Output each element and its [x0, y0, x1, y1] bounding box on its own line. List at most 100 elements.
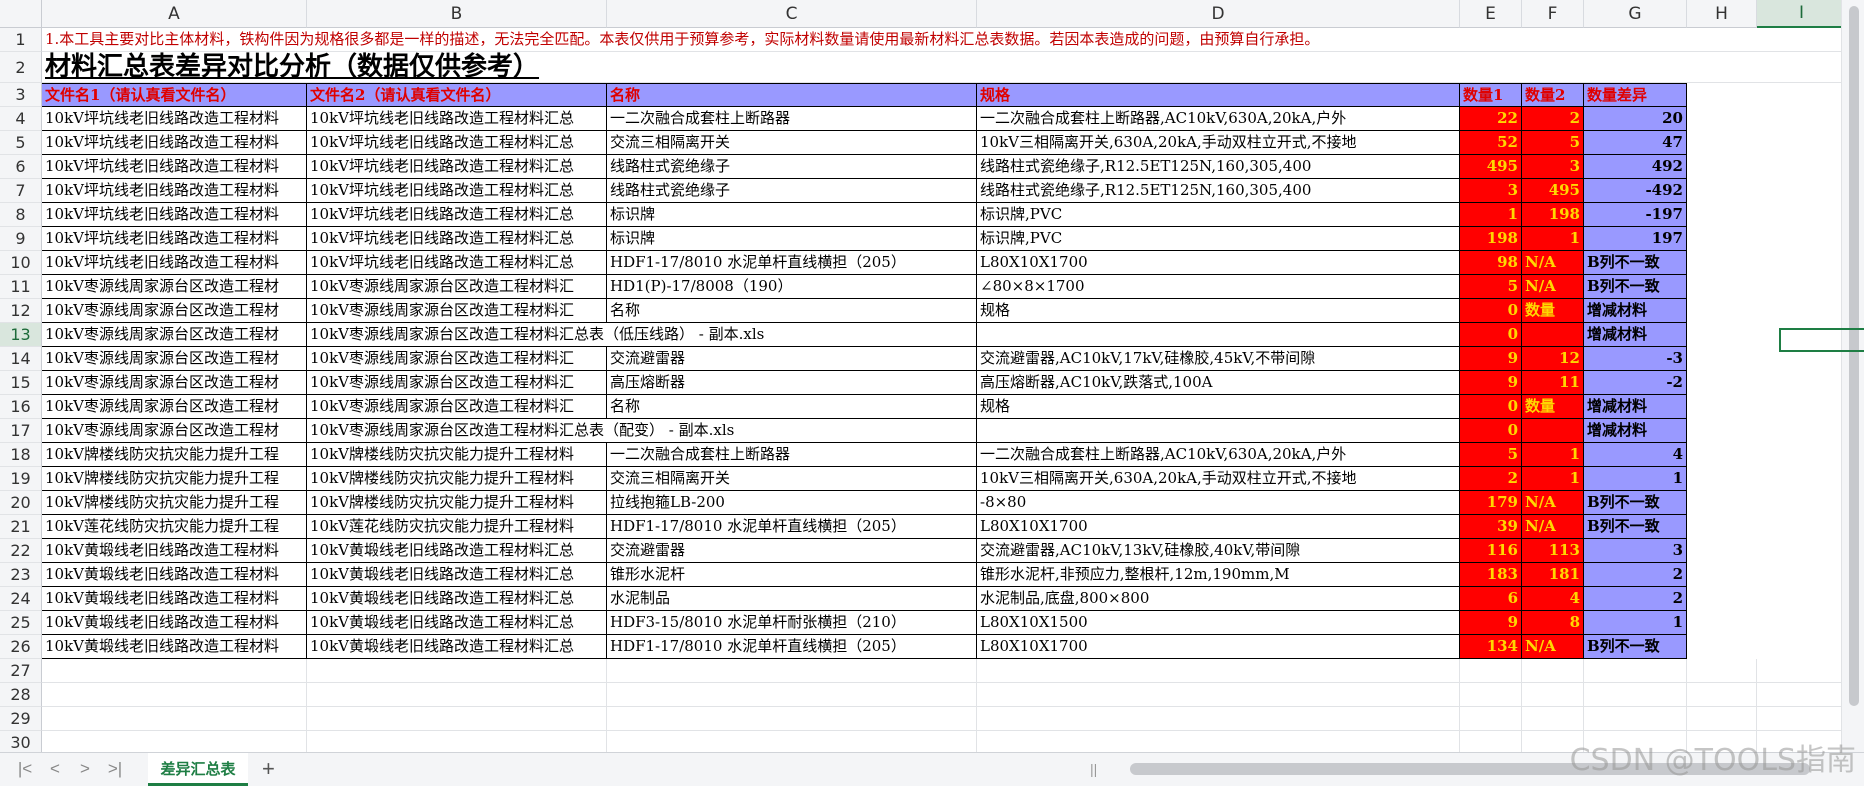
cell-c[interactable]: 一二次融合成套柱上断路器 — [607, 443, 977, 467]
cell-d[interactable]: 标识牌,PVC — [977, 203, 1460, 227]
empty-cell[interactable] — [607, 683, 977, 707]
column-header-c[interactable]: C — [607, 0, 977, 28]
row-header-29[interactable]: 29 — [0, 707, 42, 731]
column-header-f[interactable]: F — [1522, 0, 1584, 28]
cell-e[interactable]: 9 — [1460, 371, 1522, 395]
empty-cell[interactable] — [1522, 707, 1584, 731]
select-all-corner[interactable] — [0, 0, 42, 28]
row-header-20[interactable]: 20 — [0, 491, 42, 515]
cell-e[interactable]: 5 — [1460, 275, 1522, 299]
cell-b[interactable]: 10kV黄塅线老旧线路改造工程材料汇总 — [307, 563, 607, 587]
cell-a[interactable]: 10kV枣源线周家源台区改造工程材 — [42, 419, 307, 443]
cell-e[interactable]: 9 — [1460, 611, 1522, 635]
cell-g[interactable]: 197 — [1584, 227, 1687, 251]
cell-f[interactable] — [1522, 323, 1584, 347]
empty-cell[interactable] — [42, 683, 307, 707]
empty-cell[interactable] — [977, 659, 1460, 683]
cell-e[interactable]: 495 — [1460, 155, 1522, 179]
cell-g[interactable]: 1 — [1584, 611, 1687, 635]
scroll-split-handle[interactable]: || — [1090, 761, 1097, 777]
cell-e[interactable]: 134 — [1460, 635, 1522, 659]
cell-g[interactable]: -3 — [1584, 347, 1687, 371]
vertical-scrollbar[interactable] — [1841, 0, 1864, 752]
cell-c[interactable]: HDF1-17/8010 水泥单杆直线横担（205） — [607, 251, 977, 275]
empty-cell[interactable] — [607, 707, 977, 731]
cell-e[interactable]: 52 — [1460, 131, 1522, 155]
cell-d[interactable]: L80X10X1700 — [977, 635, 1460, 659]
empty-cell[interactable] — [1460, 659, 1522, 683]
next-sheet-icon[interactable]: > — [74, 759, 96, 779]
cell-b[interactable]: 10kV黄塅线老旧线路改造工程材料汇总 — [307, 587, 607, 611]
cell-e[interactable]: 39 — [1460, 515, 1522, 539]
row-header-7[interactable]: 7 — [0, 179, 42, 203]
cell-b[interactable]: 10kV枣源线周家源台区改造工程材料汇 — [307, 371, 607, 395]
column-header-i[interactable]: I — [1757, 0, 1847, 28]
cell-e[interactable]: 0 — [1460, 419, 1522, 443]
cell-b[interactable]: 10kV坪坑线老旧线路改造工程材料汇总 — [307, 131, 607, 155]
row-header-17[interactable]: 17 — [0, 419, 42, 443]
cell-d[interactable]: 一二次融合成套柱上断路器,AC10kV,630A,20kA,户外 — [977, 107, 1460, 131]
cell-a[interactable]: 10kV枣源线周家源台区改造工程材 — [42, 371, 307, 395]
cell-g[interactable]: 47 — [1584, 131, 1687, 155]
cell-a[interactable]: 10kV黄塅线老旧线路改造工程材料 — [42, 563, 307, 587]
cell-b[interactable]: 10kV坪坑线老旧线路改造工程材料汇总 — [307, 203, 607, 227]
cell-g[interactable]: 2 — [1584, 563, 1687, 587]
empty-cell[interactable] — [307, 731, 607, 752]
cell-d[interactable]: 规格 — [977, 395, 1460, 419]
cell-f[interactable]: 495 — [1522, 179, 1584, 203]
cell-f[interactable]: N/A — [1522, 515, 1584, 539]
last-sheet-icon[interactable]: >| — [104, 759, 126, 779]
cell-c[interactable]: 名称 — [607, 299, 977, 323]
cell-d[interactable]: 水泥制品,底盘,800×800 — [977, 587, 1460, 611]
cell-c[interactable]: HDF3-15/8010 水泥单杆耐张横担（210） — [607, 611, 977, 635]
cell-b[interactable]: 10kV枣源线周家源台区改造工程材料汇 — [307, 299, 607, 323]
row-header-11[interactable]: 11 — [0, 275, 42, 299]
header-qty2[interactable]: 数量2 — [1522, 83, 1584, 107]
cell-b[interactable]: 10kV坪坑线老旧线路改造工程材料汇总 — [307, 155, 607, 179]
cell-b[interactable]: 10kV坪坑线老旧线路改造工程材料汇总 — [307, 227, 607, 251]
cell-c[interactable]: 锥形水泥杆 — [607, 563, 977, 587]
row-header-23[interactable]: 23 — [0, 563, 42, 587]
cell-f[interactable]: N/A — [1522, 251, 1584, 275]
header-name[interactable]: 名称 — [607, 83, 977, 107]
cell-d[interactable]: L80X10X1700 — [977, 251, 1460, 275]
cell-a[interactable]: 10kV黄塅线老旧线路改造工程材料 — [42, 587, 307, 611]
row-header-10[interactable]: 10 — [0, 251, 42, 275]
cell-g[interactable]: B列不一致 — [1584, 251, 1687, 275]
cell-g[interactable]: -2 — [1584, 371, 1687, 395]
column-header-g[interactable]: G — [1584, 0, 1687, 28]
cell-e[interactable]: 3 — [1460, 179, 1522, 203]
empty-cell[interactable] — [1687, 683, 1757, 707]
cell-g[interactable]: B列不一致 — [1584, 515, 1687, 539]
cell-g[interactable]: 增减材料 — [1584, 323, 1687, 347]
cell-d[interactable]: -8×80 — [977, 491, 1460, 515]
cell-d[interactable]: L80X10X1700 — [977, 515, 1460, 539]
header-spec[interactable]: 规格 — [977, 83, 1460, 107]
row-header-25[interactable]: 25 — [0, 611, 42, 635]
cell-g[interactable]: B列不一致 — [1584, 635, 1687, 659]
empty-cell[interactable] — [42, 731, 307, 752]
cell-g[interactable]: B列不一致 — [1584, 275, 1687, 299]
column-header-d[interactable]: D — [977, 0, 1460, 28]
cell-a[interactable]: 10kV枣源线周家源台区改造工程材 — [42, 275, 307, 299]
cell-c[interactable]: 拉线抱箍LB-200 — [607, 491, 977, 515]
cell-d[interactable]: 10kV三相隔离开关,630A,20kA,手动双柱立开式,不接地 — [977, 131, 1460, 155]
cell-c[interactable]: HDF1-17/8010 水泥单杆直线横担（205） — [607, 635, 977, 659]
cell-c[interactable]: HD1(P)-17/8008（190） — [607, 275, 977, 299]
cell-a[interactable]: 10kV枣源线周家源台区改造工程材 — [42, 347, 307, 371]
empty-cell[interactable] — [1757, 683, 1847, 707]
cell-e[interactable]: 1 — [1460, 203, 1522, 227]
row-header-30[interactable]: 30 — [0, 731, 42, 752]
vertical-scroll-thumb[interactable] — [1849, 6, 1859, 706]
cell-c[interactable]: 交流三相隔离开关 — [607, 467, 977, 491]
row-header-15[interactable]: 15 — [0, 371, 42, 395]
row-header-2[interactable]: 2 — [0, 52, 42, 83]
cell-g[interactable]: B列不一致 — [1584, 491, 1687, 515]
cell-a[interactable]: 10kV坪坑线老旧线路改造工程材料 — [42, 251, 307, 275]
cell-e[interactable]: 0 — [1460, 299, 1522, 323]
cell-c[interactable]: 标识牌 — [607, 203, 977, 227]
cell-f[interactable]: N/A — [1522, 275, 1584, 299]
column-header-h[interactable]: H — [1687, 0, 1757, 28]
column-header-b[interactable]: B — [307, 0, 607, 28]
cell-b[interactable]: 10kV莲花线防灾抗灾能力提升工程材料 — [307, 515, 607, 539]
